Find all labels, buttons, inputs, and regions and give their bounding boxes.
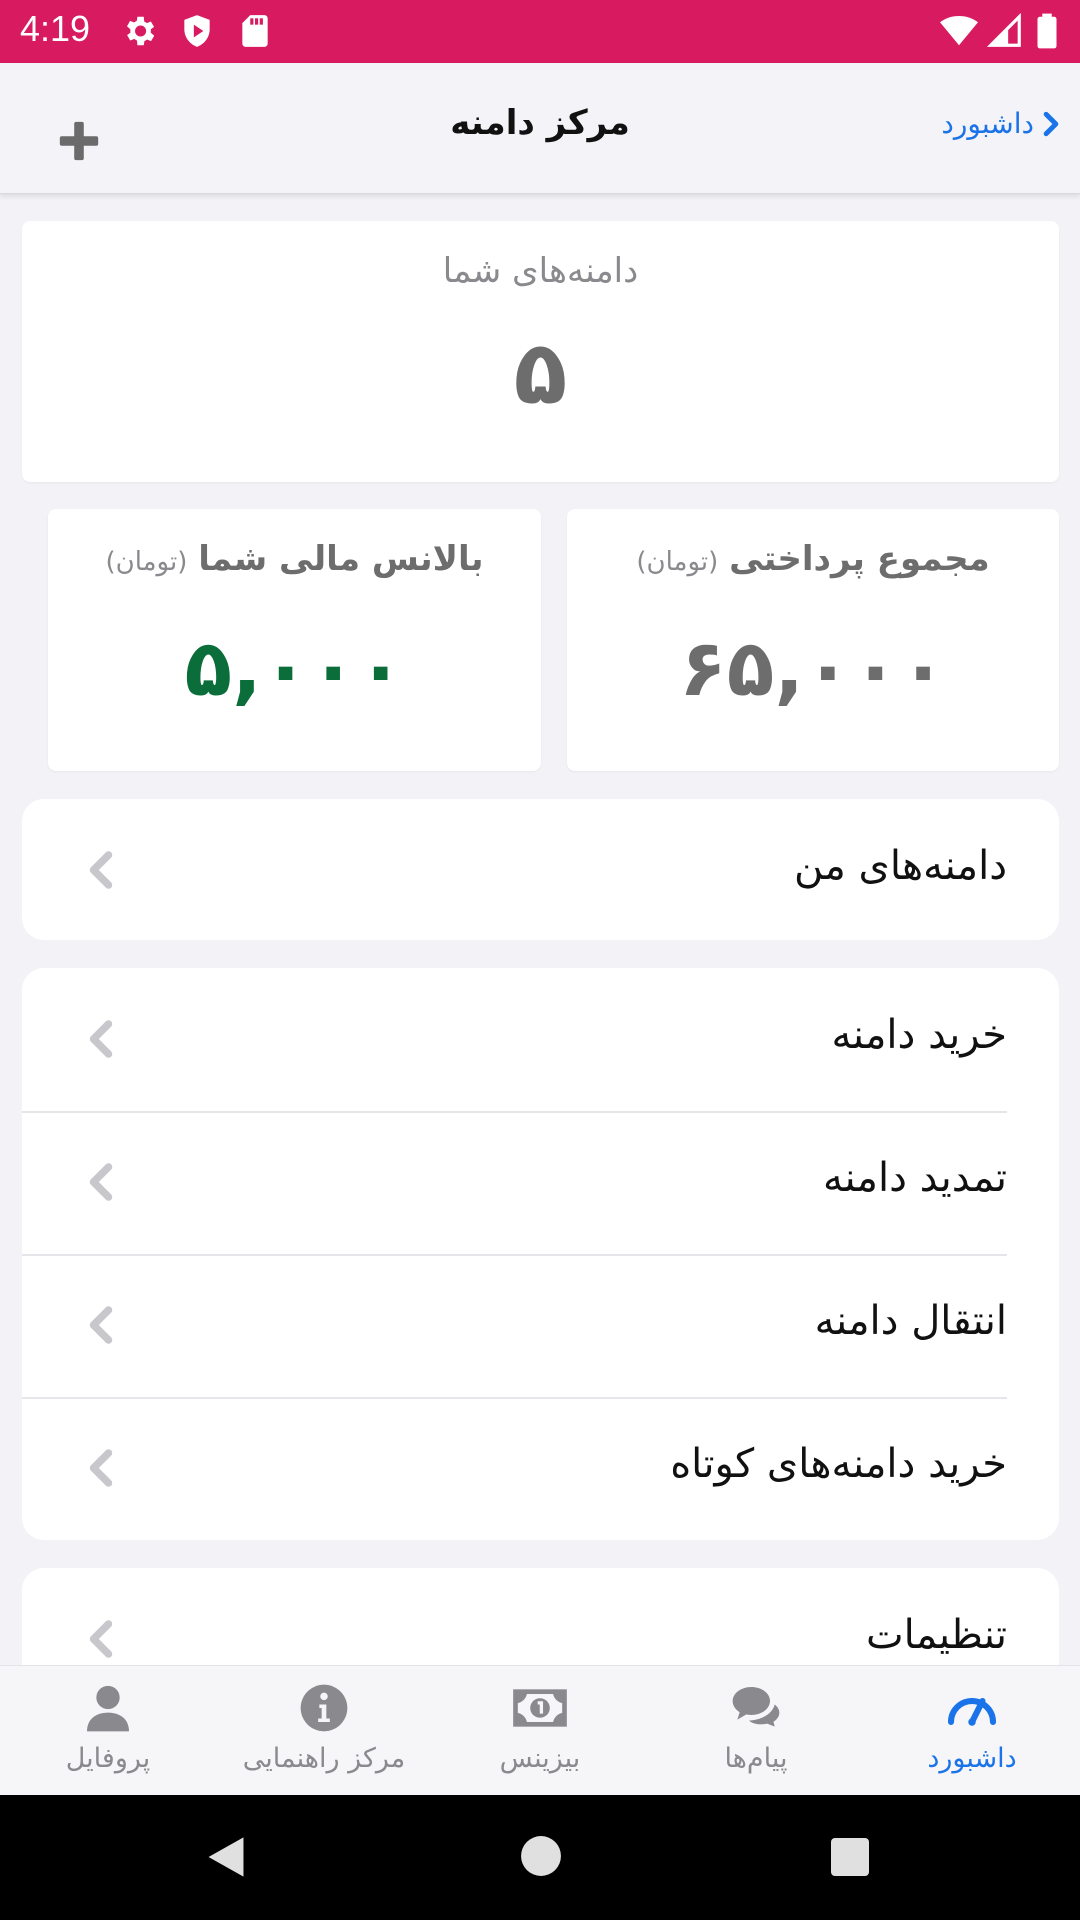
tab-business[interactable]: بیزینس <box>432 1666 648 1796</box>
battery-icon <box>1037 13 1057 49</box>
dashboard-gauge-icon <box>947 1697 997 1726</box>
domains-count-value: ۵ <box>513 321 568 424</box>
tab-label: پروفایل <box>65 1743 151 1774</box>
recents-square-icon[interactable] <box>830 1837 870 1877</box>
menu-item-label: خرید دامنه‌های کوتاه <box>670 1441 1007 1487</box>
chevron-left-icon <box>89 1163 113 1201</box>
cell-signal-icon <box>986 12 1021 47</box>
tab-label: مرکز راهنمایی <box>242 1743 406 1774</box>
tab-help-center[interactable]: مرکز راهنمایی <box>216 1666 432 1796</box>
balance-title-row: بالانس مالی شما (تومان) <box>48 539 541 579</box>
tab-dashboard[interactable]: داشبورد <box>864 1666 1080 1796</box>
chevron-left-icon <box>89 851 113 889</box>
menu-item-buy-domain[interactable]: خرید دامنه <box>22 968 1059 1111</box>
chevron-left-icon <box>89 1449 113 1487</box>
money-icon <box>513 1689 567 1727</box>
bottom-tab-bar: داشبورد پیام‌ها بیزینس مرکز راهنمایی پرو… <box>0 1665 1080 1796</box>
menu-item-label: تمدید دامنه <box>823 1155 1007 1201</box>
info-icon <box>300 1684 348 1732</box>
domains-count-title: دامنه‌های شما <box>442 251 639 291</box>
back-to-dashboard-link[interactable]: داشبورد <box>941 107 1062 140</box>
page-title: مرکز دامنه <box>450 103 630 143</box>
total-paid-value: ۶۵,۰۰۰ <box>679 624 947 714</box>
tab-label: داشبورد <box>927 1743 1017 1774</box>
status-bar: 4:19 <box>0 0 1080 63</box>
back-triangle-icon[interactable] <box>204 1833 248 1881</box>
home-circle-icon[interactable] <box>520 1835 562 1877</box>
balance-value: ۵,۰۰۰ <box>184 624 405 714</box>
tab-messages[interactable]: پیام‌ها <box>648 1666 864 1796</box>
menu-group-my-domains: دامنه‌های من <box>22 799 1059 940</box>
wifi-icon <box>940 15 978 46</box>
menu-group-domain-actions: خرید دامنه تمدید دامنه انتقال دامنه خرید… <box>22 968 1059 1540</box>
back-label: داشبورد <box>941 107 1034 140</box>
chevron-left-icon <box>89 1620 113 1658</box>
chevron-right-icon <box>1043 111 1059 136</box>
menu-item-my-domains[interactable]: دامنه‌های من <box>22 799 1059 940</box>
menu-item-renew-domain[interactable]: تمدید دامنه <box>22 1111 1059 1254</box>
system-navigation-bar <box>0 1795 1080 1920</box>
balance-unit: (تومان) <box>105 547 188 577</box>
navigation-bar: مرکز دامنه داشبورد <box>0 63 1080 194</box>
domains-count-card: دامنه‌های شما ۵ <box>22 221 1059 482</box>
user-icon <box>87 1685 129 1732</box>
chat-bubbles-icon <box>732 1687 780 1727</box>
total-paid-unit: (تومان) <box>636 547 719 577</box>
menu-item-transfer-domain[interactable]: انتقال دامنه <box>22 1254 1059 1397</box>
chevron-left-icon <box>89 1020 113 1058</box>
tab-profile[interactable]: پروفایل <box>0 1666 216 1796</box>
menu-item-label: دامنه‌های من <box>793 843 1007 889</box>
sd-card-icon <box>242 15 268 47</box>
menu-item-label: انتقال دامنه <box>814 1298 1007 1344</box>
total-paid-card: مجموع پرداختی (تومان) ۶۵,۰۰۰ <box>567 509 1059 771</box>
settings-gear-icon <box>126 16 155 46</box>
balance-title: بالانس مالی شما <box>198 539 484 579</box>
tab-label: پیام‌ها <box>724 1743 788 1774</box>
menu-item-buy-short-domains[interactable]: خرید دامنه‌های کوتاه <box>22 1397 1059 1540</box>
balance-card: بالانس مالی شما (تومان) ۵,۰۰۰ <box>48 509 541 771</box>
menu-item-label: تنظیمات <box>865 1612 1007 1658</box>
total-paid-title-row: مجموع پرداختی (تومان) <box>567 539 1059 579</box>
shield-play-icon <box>184 15 210 47</box>
chevron-left-icon <box>89 1306 113 1344</box>
status-time: 4:19 <box>20 8 91 49</box>
tab-label: بیزینس <box>499 1743 581 1774</box>
total-paid-title: مجموع پرداختی <box>729 539 990 579</box>
menu-item-label: خرید دامنه <box>831 1012 1007 1058</box>
